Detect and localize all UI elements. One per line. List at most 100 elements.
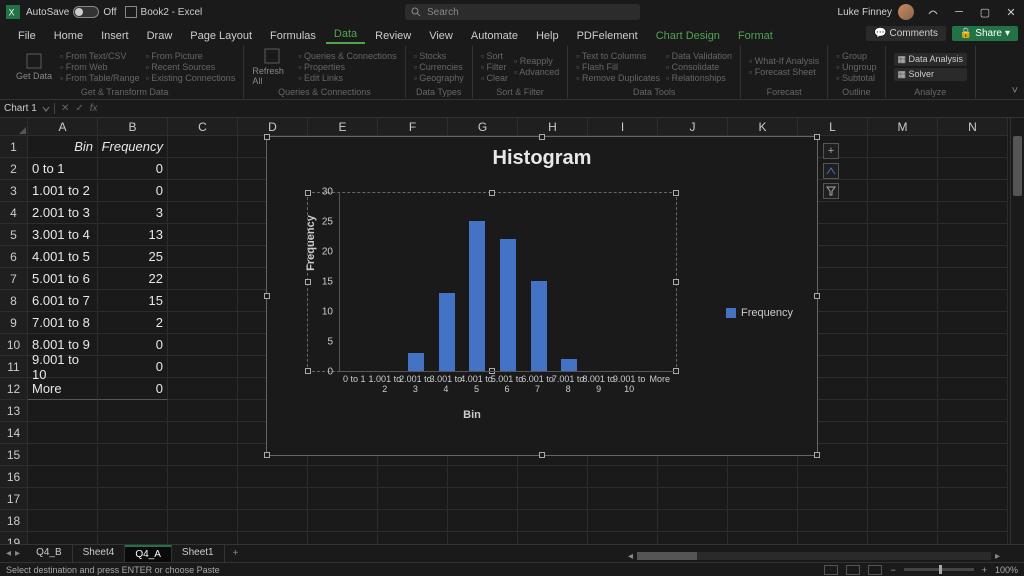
cell-N19[interactable]: [938, 532, 1008, 544]
search-input[interactable]: Search: [405, 4, 640, 20]
column-header-G[interactable]: G: [448, 118, 518, 136]
group-button[interactable]: ▫ Group: [836, 51, 876, 61]
cell-M12[interactable]: [868, 378, 938, 400]
row-header-10[interactable]: 10: [0, 334, 28, 356]
sheet-nav-prev[interactable]: ◂: [6, 548, 11, 559]
cell-M16[interactable]: [868, 466, 938, 488]
refresh-all-button[interactable]: Refresh All: [252, 47, 292, 86]
cell-A13[interactable]: [28, 400, 98, 422]
column-header-C[interactable]: C: [168, 118, 238, 136]
cell-C9[interactable]: [168, 312, 238, 334]
tab-home[interactable]: Home: [46, 28, 91, 44]
cell-H17[interactable]: [518, 488, 588, 510]
tab-chart-design[interactable]: Chart Design: [648, 28, 728, 44]
comments-button[interactable]: 💬 Comments: [866, 26, 946, 41]
cell-C16[interactable]: [168, 466, 238, 488]
share-button[interactable]: 🔒 Share ▾: [952, 26, 1018, 41]
cell-F16[interactable]: [378, 466, 448, 488]
page-break-view-button[interactable]: [868, 565, 882, 575]
cell-B3[interactable]: 0: [98, 180, 168, 202]
vertical-scrollbar[interactable]: [1010, 118, 1024, 544]
column-header-F[interactable]: F: [378, 118, 448, 136]
cell-C19[interactable]: [168, 532, 238, 544]
cell-C13[interactable]: [168, 400, 238, 422]
cell-C2[interactable]: [168, 158, 238, 180]
cell-N2[interactable]: [938, 158, 1008, 180]
remove-duplicates-button[interactable]: ▫ Remove Duplicates: [576, 73, 660, 83]
solver-button[interactable]: ▦ Solver: [894, 68, 968, 81]
column-header-L[interactable]: L: [798, 118, 868, 136]
bar[interactable]: [439, 293, 455, 371]
chart-styles-button[interactable]: [823, 163, 839, 179]
cell-N1[interactable]: [938, 136, 1008, 158]
cell-G19[interactable]: [448, 532, 518, 544]
cell-J17[interactable]: [658, 488, 728, 510]
column-header-M[interactable]: M: [868, 118, 938, 136]
cell-L16[interactable]: [798, 466, 868, 488]
cell-A2[interactable]: 0 to 1: [28, 158, 98, 180]
row-header-15[interactable]: 15: [0, 444, 28, 466]
cell-B15[interactable]: [98, 444, 168, 466]
cell-L17[interactable]: [798, 488, 868, 510]
cell-M19[interactable]: [868, 532, 938, 544]
cell-H19[interactable]: [518, 532, 588, 544]
save-icon[interactable]: [125, 6, 137, 18]
cell-C17[interactable]: [168, 488, 238, 510]
cell-A9[interactable]: 7.001 to 8: [28, 312, 98, 334]
sort-button[interactable]: ▫ Sort: [481, 51, 508, 61]
cell-D19[interactable]: [238, 532, 308, 544]
row-header-17[interactable]: 17: [0, 488, 28, 510]
recent-sources-button[interactable]: ▫ Recent Sources: [146, 62, 236, 72]
cell-A17[interactable]: [28, 488, 98, 510]
column-header-A[interactable]: A: [28, 118, 98, 136]
chart-object[interactable]: Histogram Frequency 051015202530 0 to 11…: [266, 136, 818, 456]
cell-M10[interactable]: [868, 334, 938, 356]
cell-N16[interactable]: [938, 466, 1008, 488]
zoom-in-button[interactable]: +: [982, 565, 987, 575]
tab-automate[interactable]: Automate: [463, 28, 526, 44]
subtotal-button[interactable]: ▫ Subtotal: [836, 73, 876, 83]
cell-G18[interactable]: [448, 510, 518, 532]
cell-B4[interactable]: 3: [98, 202, 168, 224]
column-header-J[interactable]: J: [658, 118, 728, 136]
from-table/range-button[interactable]: ▫ From Table/Range: [60, 73, 140, 83]
cell-A1[interactable]: Bin: [28, 136, 98, 158]
cell-C6[interactable]: [168, 246, 238, 268]
cell-K18[interactable]: [728, 510, 798, 532]
flash-fill-button[interactable]: ▫ Flash Fill: [576, 62, 660, 72]
cell-N12[interactable]: [938, 378, 1008, 400]
cell-M8[interactable]: [868, 290, 938, 312]
tab-data[interactable]: Data: [326, 26, 365, 44]
cell-G17[interactable]: [448, 488, 518, 510]
row-header-9[interactable]: 9: [0, 312, 28, 334]
what-if-analysis-button[interactable]: ▫ What-If Analysis: [749, 56, 819, 66]
tab-view[interactable]: View: [421, 28, 461, 44]
cell-J18[interactable]: [658, 510, 728, 532]
cell-C10[interactable]: [168, 334, 238, 356]
cell-E18[interactable]: [308, 510, 378, 532]
row-header-13[interactable]: 13: [0, 400, 28, 422]
consolidate-button[interactable]: ▫ Consolidate: [666, 62, 732, 72]
cell-L19[interactable]: [798, 532, 868, 544]
cell-F19[interactable]: [378, 532, 448, 544]
chart-filters-button[interactable]: [823, 183, 839, 199]
cell-I18[interactable]: [588, 510, 658, 532]
normal-view-button[interactable]: [824, 565, 838, 575]
column-header-N[interactable]: N: [938, 118, 1008, 136]
cell-F17[interactable]: [378, 488, 448, 510]
cell-H18[interactable]: [518, 510, 588, 532]
relationships-button[interactable]: ▫ Relationships: [666, 73, 732, 83]
cell-N10[interactable]: [938, 334, 1008, 356]
queries-&-connections-button[interactable]: ▫ Queries & Connections: [298, 51, 396, 61]
cell-M2[interactable]: [868, 158, 938, 180]
cell-B9[interactable]: 2: [98, 312, 168, 334]
sheet-tab-sheet4[interactable]: Sheet4: [73, 545, 126, 562]
cell-A4[interactable]: 2.001 to 3: [28, 202, 98, 224]
cell-C3[interactable]: [168, 180, 238, 202]
cell-C7[interactable]: [168, 268, 238, 290]
cell-J16[interactable]: [658, 466, 728, 488]
cell-B5[interactable]: 13: [98, 224, 168, 246]
cell-I19[interactable]: [588, 532, 658, 544]
cell-C4[interactable]: [168, 202, 238, 224]
column-header-I[interactable]: I: [588, 118, 658, 136]
